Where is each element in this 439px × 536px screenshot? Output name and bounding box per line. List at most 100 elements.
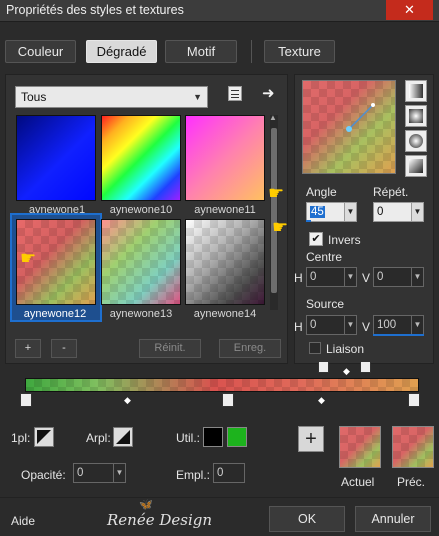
source-v-input[interactable]: 100 ▼ xyxy=(373,315,424,335)
source-h-value: 0 xyxy=(310,319,317,331)
linear-gradient-icon[interactable] xyxy=(405,80,427,102)
angle-label: Angle xyxy=(306,185,337,199)
source-h-input[interactable]: 0 ▼ xyxy=(306,315,357,335)
spin-arrow-icon[interactable]: ▼ xyxy=(411,203,423,221)
gradient-swatch-aynewone11[interactable] xyxy=(185,115,265,201)
opacity-stop-marker[interactable] xyxy=(360,361,371,373)
invert-checkbox[interactable]: ✔ xyxy=(309,232,323,246)
user-color-black-swatch[interactable] xyxy=(203,427,223,447)
repeat-value: 0 xyxy=(377,206,384,218)
swatch-label: aynewone11 xyxy=(194,204,256,216)
gradient-swatch-aynewone13[interactable] xyxy=(101,219,181,305)
user-color-green-swatch[interactable] xyxy=(227,427,247,447)
source-v-slider[interactable] xyxy=(373,334,424,336)
util-label: Util.: xyxy=(176,431,200,445)
title-bar: Propriétés des styles et textures ✕ xyxy=(0,0,439,22)
gradient-swatch-aynewone14[interactable] xyxy=(185,219,265,305)
cancel-button[interactable]: Annuler xyxy=(355,506,431,532)
center-h-value: 0 xyxy=(310,271,317,283)
chevron-down-icon: ▼ xyxy=(193,92,202,102)
center-v-value: 0 xyxy=(377,271,384,283)
repeat-input[interactable]: 0 ▼ xyxy=(373,202,424,222)
angle-slider[interactable] xyxy=(306,220,311,222)
center-h-input[interactable]: 0 ▼ xyxy=(306,267,357,287)
link-label: Liaison xyxy=(326,342,365,356)
location-value: 0 xyxy=(217,467,224,479)
radial-gradient-icon[interactable] xyxy=(405,155,427,177)
gradient-swatch-aynewone1[interactable] xyxy=(16,115,96,201)
hand-pointer-icon: ☛ xyxy=(272,217,289,237)
save-button[interactable]: Enreg. xyxy=(219,339,281,358)
center-label: Centre xyxy=(306,250,343,264)
empl-label: Empl.: xyxy=(176,468,211,482)
repeat-label: Répét. xyxy=(373,185,409,199)
spin-arrow-icon[interactable]: ▼ xyxy=(344,316,356,334)
arrow-right-icon[interactable]: ➜ xyxy=(262,84,275,102)
current-preview[interactable] xyxy=(339,426,381,468)
center-h-label: H xyxy=(294,271,303,285)
opacity-midpoint-marker[interactable]: ◆ xyxy=(343,366,350,377)
opacity-label: Opacité: xyxy=(21,468,66,482)
angle-input[interactable]: 45 ▼ xyxy=(306,202,357,222)
color-stop-marker[interactable] xyxy=(20,393,32,407)
spin-arrow-icon[interactable]: ▼ xyxy=(411,268,423,286)
scroll-up-icon[interactable]: ▲ xyxy=(269,113,277,122)
category-value: Tous xyxy=(21,90,47,104)
footer-divider xyxy=(0,497,439,498)
current-label: Actuel xyxy=(341,475,375,489)
opacity-value: 0 xyxy=(77,467,84,479)
swatch-label: aynewone10 xyxy=(109,204,173,216)
spin-arrow-icon[interactable]: ▼ xyxy=(344,203,356,221)
source-v-value: 100 xyxy=(377,319,397,331)
butterfly-icon: 🦋 xyxy=(139,499,153,511)
add-gradient-button[interactable]: + xyxy=(15,339,41,358)
source-v-label: V xyxy=(362,320,371,334)
spin-arrow-icon[interactable]: ▼ xyxy=(411,316,423,334)
brand-watermark: Renée Design xyxy=(107,511,213,529)
window-title: Propriétés des styles et textures xyxy=(6,3,184,17)
rectangular-gradient-icon[interactable] xyxy=(405,105,427,127)
gradient-bar[interactable] xyxy=(25,378,419,392)
swatch-label: aynewone14 xyxy=(193,308,257,320)
list-view-icon[interactable] xyxy=(228,86,242,101)
color-midpoint-marker[interactable]: ◆ xyxy=(124,395,131,406)
tab-couleur[interactable]: Couleur xyxy=(5,40,76,63)
tab-motif[interactable]: Motif xyxy=(165,40,237,63)
scrollbar-thumb[interactable] xyxy=(271,128,277,293)
color-stop-marker[interactable] xyxy=(408,393,420,407)
angle-value: 45 xyxy=(310,206,325,218)
help-link[interactable]: Aide xyxy=(11,514,35,528)
tab-degrade[interactable]: Dégradé xyxy=(86,40,157,63)
hand-pointer-icon: ☛ xyxy=(20,248,37,268)
color-midpoint-marker[interactable]: ◆ xyxy=(318,395,325,406)
background-stop-icon[interactable] xyxy=(113,427,133,447)
add-stop-button[interactable]: + xyxy=(298,426,324,452)
link-checkbox[interactable] xyxy=(309,342,321,354)
spin-arrow-icon[interactable]: ▼ xyxy=(344,268,356,286)
opacity-input[interactable]: 0 ▼ xyxy=(73,463,126,483)
arpl-label: Arpl: xyxy=(86,431,111,445)
sunburst-gradient-icon[interactable] xyxy=(405,130,427,152)
previous-preview[interactable] xyxy=(392,426,434,468)
center-v-input[interactable]: 0 ▼ xyxy=(373,267,424,287)
location-input[interactable]: 0 xyxy=(213,463,245,483)
swatch-label: aynewone13 xyxy=(109,308,173,320)
color-stop-marker[interactable] xyxy=(222,393,234,407)
source-label: Source xyxy=(306,297,345,311)
invert-label: Invers xyxy=(328,233,361,247)
previous-label: Préc. xyxy=(397,475,426,489)
foreground-stop-icon[interactable] xyxy=(34,427,54,447)
opacity-stop-marker[interactable] xyxy=(318,361,329,373)
gradient-swatch-aynewone10[interactable] xyxy=(101,115,181,201)
category-dropdown[interactable]: Tous ▼ xyxy=(15,86,208,108)
reset-button[interactable]: Réinit. xyxy=(139,339,201,358)
remove-gradient-button[interactable]: - xyxy=(51,339,77,358)
spin-arrow-icon[interactable]: ▼ xyxy=(113,464,125,482)
gradient-preview[interactable] xyxy=(302,80,396,174)
angle-handle-icon[interactable] xyxy=(303,81,397,175)
tab-texture[interactable]: Texture xyxy=(264,40,335,63)
ok-button[interactable]: OK xyxy=(269,506,345,532)
swatch-label: aynewone12 xyxy=(23,308,87,320)
opl-label: 1pl: xyxy=(11,431,31,445)
close-button[interactable]: ✕ xyxy=(386,0,433,20)
